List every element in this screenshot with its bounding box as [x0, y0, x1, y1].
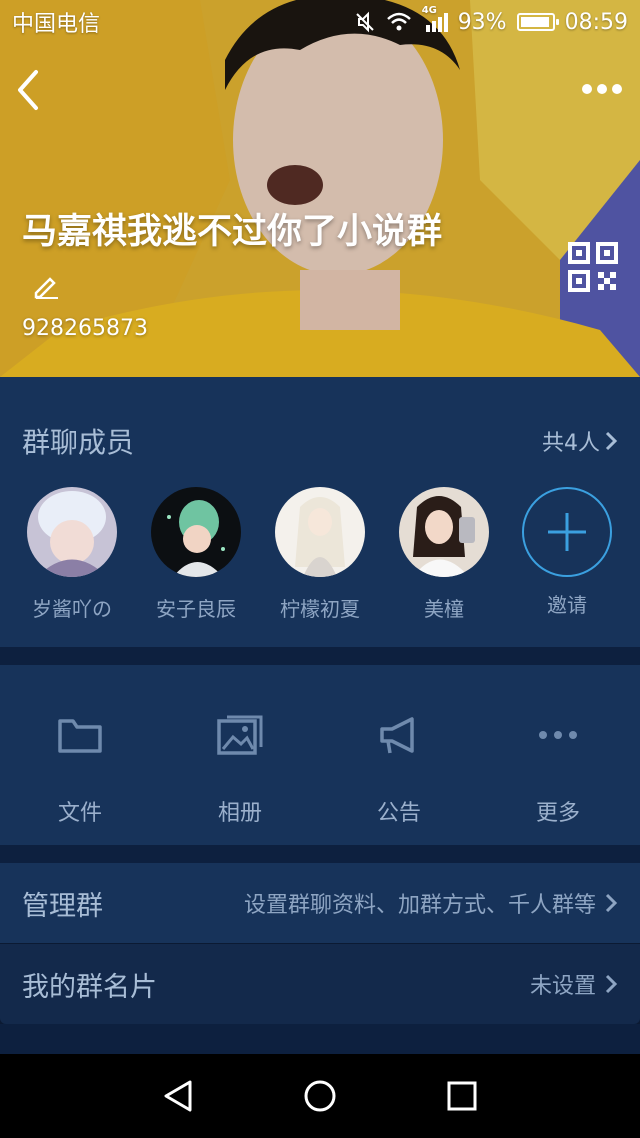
members-section: 群聊成员 共4人 岁酱吖の 安子良辰 柠檬初夏 美橦 邀请	[0, 377, 640, 647]
manage-group-label: 管理群	[22, 890, 103, 922]
member-item[interactable]: 岁酱吖の	[12, 487, 132, 622]
manage-group-desc: 设置群聊资料、加群方式、千人群等	[243, 893, 596, 918]
announcement-icon	[380, 717, 414, 754]
section-divider	[0, 647, 640, 665]
section-divider	[0, 845, 640, 863]
chevron-right-icon	[605, 893, 618, 913]
mute-icon	[355, 11, 374, 33]
manage-group-row[interactable]: 管理群 设置群聊资料、加群方式、千人群等	[0, 863, 640, 943]
announcement-label: 公告	[376, 801, 421, 826]
member-item[interactable]: 安子良辰	[136, 487, 256, 622]
plus-icon	[548, 513, 586, 551]
member-avatar	[151, 487, 241, 577]
group-card-value: 未设置	[529, 974, 596, 999]
announcement-button[interactable]: 公告	[339, 713, 459, 827]
member-name: 柠檬初夏	[280, 597, 360, 621]
member-item[interactable]: 美橦	[384, 487, 504, 622]
more-label: 更多	[535, 801, 580, 826]
nav-home-button[interactable]	[300, 1076, 340, 1116]
edit-icon[interactable]	[32, 271, 60, 299]
member-count-link[interactable]: 共4人	[542, 425, 618, 457]
nav-back-button[interactable]	[158, 1076, 198, 1116]
member-avatar	[399, 487, 489, 577]
group-header: 中国电信 4G 93% 08:59 马嘉祺我逃不过你了小说群 928265873	[0, 0, 640, 377]
album-icon	[217, 715, 263, 755]
section-divider	[0, 1024, 640, 1054]
more-dots-icon	[539, 731, 577, 739]
member-name: 岁酱吖の	[32, 597, 112, 621]
wifi-icon	[386, 12, 411, 31]
qr-code-button[interactable]	[568, 242, 618, 292]
album-label: 相册	[217, 801, 262, 826]
battery-percent: 93%	[457, 9, 507, 35]
album-button[interactable]: 相册	[180, 713, 300, 827]
member-item[interactable]: 柠檬初夏	[260, 487, 380, 622]
member-name: 安子良辰	[156, 597, 236, 621]
back-button[interactable]	[14, 68, 42, 112]
system-nav-bar	[0, 1054, 640, 1138]
group-card-row[interactable]: 我的群名片 未设置	[0, 944, 640, 1024]
invite-label: 邀请	[547, 593, 587, 617]
member-count: 共4人	[542, 431, 600, 456]
group-title: 马嘉祺我逃不过你了小说群	[22, 212, 443, 252]
invite-button[interactable]: 邀请	[507, 487, 627, 618]
group-card-label: 我的群名片	[22, 971, 157, 1003]
members-title: 群聊成员	[22, 426, 135, 459]
clock: 08:59	[564, 9, 628, 35]
actions-grid: 文件 相册 公告 更多	[0, 665, 640, 845]
member-avatar	[275, 487, 365, 577]
member-avatar	[27, 487, 117, 577]
member-name: 美橦	[424, 597, 464, 621]
files-button[interactable]: 文件	[20, 713, 140, 827]
chevron-right-icon	[605, 974, 618, 994]
group-id: 928265873	[22, 316, 148, 341]
folder-icon	[58, 719, 102, 753]
nav-recents-button[interactable]	[442, 1076, 482, 1116]
group-title-area[interactable]: 马嘉祺我逃不过你了小说群	[22, 206, 492, 310]
invite-circle	[522, 487, 612, 577]
battery-icon	[516, 13, 559, 31]
carrier-label: 中国电信	[12, 12, 101, 37]
files-label: 文件	[57, 801, 102, 826]
more-options-button[interactable]	[580, 76, 624, 102]
cellular-signal-icon: 4G	[422, 5, 448, 33]
more-button[interactable]: 更多	[498, 713, 618, 827]
chevron-right-icon	[605, 431, 618, 451]
status-bar: 中国电信 4G 93% 08:59	[0, 0, 640, 44]
